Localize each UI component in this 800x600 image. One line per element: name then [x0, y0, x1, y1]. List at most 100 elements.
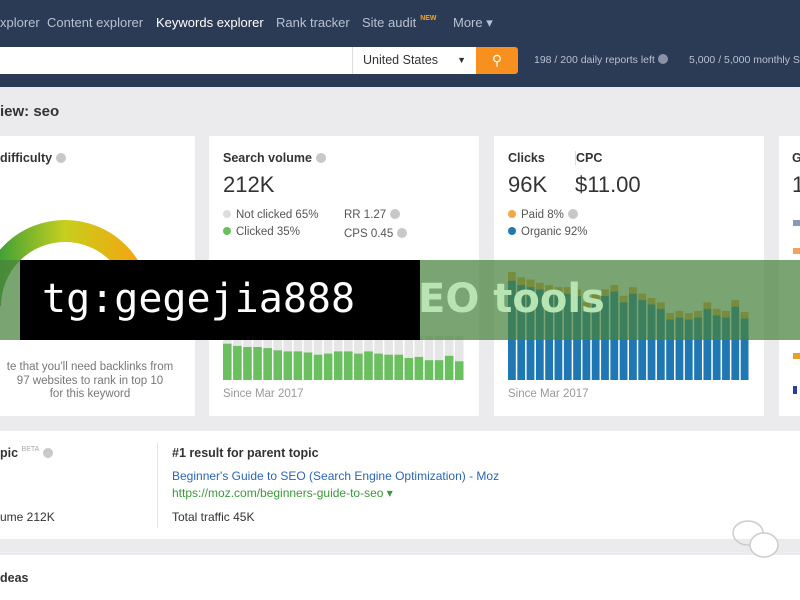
- cpc-title: CPC: [575, 151, 603, 165]
- clicked-bar: [303, 352, 313, 380]
- help-icon[interactable]: [315, 153, 326, 163]
- clicked-bar: [273, 350, 282, 380]
- difficulty-note: te that you'll need backlinks from 97 we…: [0, 361, 180, 402]
- top-result-url[interactable]: https://moz.com/beginners-guide-to-seo ▾: [172, 486, 393, 500]
- clicked-bar: [263, 348, 272, 380]
- clicked-bar: [333, 351, 343, 380]
- clicked-bar: [374, 353, 383, 380]
- parent-topic-panel: pic BETA ume 212K #1 result for parent t…: [0, 431, 800, 539]
- parent-volume: ume 212K: [0, 510, 55, 524]
- organic-legend: Organic 92%: [508, 226, 587, 238]
- daily-quota-text: 198 / 200 daily reports left: [534, 54, 655, 66]
- search-icon: ⚲: [491, 52, 503, 68]
- organic-text: Organic 92%: [521, 226, 588, 238]
- top-result-title: #1 result for parent topic: [172, 446, 319, 460]
- volume-since: Since Mar 2017: [223, 388, 304, 400]
- nav-site-audit[interactable]: Site audit NEW: [362, 15, 437, 30]
- parent-topic-title: pic BETA: [0, 446, 54, 460]
- help-icon[interactable]: [567, 209, 578, 219]
- nav-site-explorer[interactable]: xplorer: [0, 15, 40, 30]
- clicked-bar: [313, 354, 323, 380]
- legend-dot: [223, 210, 231, 218]
- difficulty-title: difficulty: [0, 151, 67, 165]
- clicks-value: 96K: [508, 172, 548, 197]
- clicked-text: Clicked 35%: [236, 226, 300, 238]
- nav-rank-tracker[interactable]: Rank tracker: [276, 15, 350, 30]
- clicks-since: Since Mar 2017: [508, 388, 589, 400]
- watermark-green-text: EO tools: [418, 276, 605, 322]
- volume-chart: [223, 336, 464, 380]
- clicked-bar: [283, 351, 293, 380]
- monthly-quota: 5,000 / 5,000 monthly S: [689, 54, 800, 66]
- clicked-bar: [404, 358, 414, 380]
- keyword-search-input[interactable]: [0, 47, 352, 74]
- legend-dot: [223, 227, 231, 235]
- difficulty-title-text: difficulty: [0, 151, 53, 165]
- help-icon[interactable]: [657, 54, 668, 64]
- clicked-bar: [414, 356, 424, 380]
- clicked-bar: [253, 347, 262, 380]
- legend-dot: [508, 227, 516, 235]
- flag-us-icon: [793, 220, 800, 226]
- help-icon[interactable]: [390, 209, 401, 219]
- total-traffic: Total traffic 45K: [172, 510, 255, 524]
- cpc-value: $11.00: [575, 172, 641, 197]
- clicked-bar: [364, 351, 373, 380]
- help-icon[interactable]: [43, 448, 54, 458]
- global-value: 1: [792, 172, 800, 197]
- country-label: United States: [363, 53, 439, 67]
- watermark-label: tg:gegejia888: [20, 260, 420, 340]
- keyword-ideas-panel: deas: [0, 555, 800, 600]
- paid-text: Paid 8%: [521, 209, 564, 221]
- clicked-bar: [323, 353, 333, 380]
- volume-title-text: Search volume: [223, 151, 312, 165]
- note-line: for this keyword: [49, 388, 131, 400]
- clicked-bar: [243, 347, 252, 380]
- clicked-bar: [293, 351, 303, 380]
- clicked-bar: [344, 351, 353, 380]
- note-line: 97 websites to rank in top 10: [16, 374, 164, 387]
- parent-title-text: pic: [0, 446, 19, 460]
- not-clicked-legend: Not clicked 65%: [223, 209, 318, 221]
- rr-text: RR 1.27: [344, 209, 387, 221]
- not-clicked-text: Not clicked 65%: [236, 209, 319, 221]
- page-title: iew: seo: [0, 103, 60, 120]
- clicked-bar: [233, 345, 242, 380]
- clicked-legend: Clicked 35%: [223, 226, 300, 238]
- nav-more[interactable]: More ▾: [453, 15, 493, 31]
- clicked-bar: [434, 360, 444, 380]
- wechat-icon: [732, 520, 779, 558]
- top-result-link[interactable]: Beginner's Guide to SEO (Search Engine O…: [172, 469, 499, 483]
- daily-quota: 198 / 200 daily reports left: [534, 54, 668, 66]
- paid-legend: Paid 8%: [508, 209, 578, 221]
- clicked-bar: [384, 354, 393, 380]
- nav-content-explorer[interactable]: Content explorer: [47, 15, 143, 30]
- flag-in-icon: [793, 248, 800, 254]
- rr-metric: RR 1.27: [344, 209, 401, 221]
- top-nav: xplorer Content explorer Keywords explor…: [0, 0, 800, 87]
- ideas-title: deas: [0, 571, 29, 585]
- divider: [157, 443, 158, 528]
- clicked-bar: [354, 353, 363, 380]
- help-icon[interactable]: [56, 153, 67, 163]
- legend-dot: [508, 210, 516, 218]
- new-badge: NEW: [420, 15, 437, 22]
- clicked-bar: [394, 354, 403, 380]
- volume-title: Search volume: [223, 151, 326, 165]
- clicked-bar: [444, 355, 454, 380]
- cps-metric: CPS 0.45: [344, 228, 408, 240]
- flag-fr-icon: [793, 386, 797, 394]
- clicked-bar: [454, 361, 464, 380]
- clicks-title: Clicks: [508, 151, 545, 165]
- caret-down-icon: ▼: [457, 55, 466, 65]
- help-icon[interactable]: [397, 228, 408, 238]
- country-select[interactable]: United States ▼: [352, 47, 476, 74]
- note-line: te that you'll need backlinks from: [6, 361, 174, 373]
- nav-keywords-explorer[interactable]: Keywords explorer: [156, 15, 264, 30]
- flag-es-icon: [793, 353, 800, 359]
- nav-site-audit-label: Site audit: [362, 15, 417, 30]
- volume-value: 212K: [223, 172, 275, 197]
- clicked-bar: [424, 360, 434, 380]
- clicked-bar: [223, 343, 232, 380]
- search-button[interactable]: ⚲: [476, 47, 518, 74]
